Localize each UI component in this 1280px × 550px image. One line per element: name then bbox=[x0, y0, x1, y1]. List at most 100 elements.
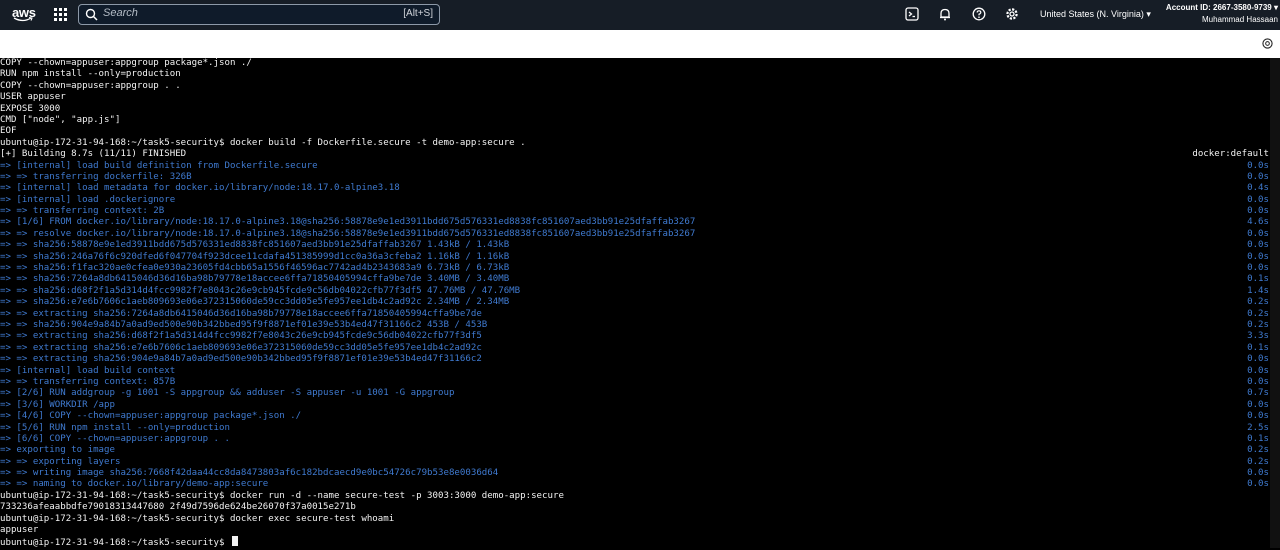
terminal-line-duration: 0.1s bbox=[1247, 274, 1269, 285]
terminal-line-text: CMD ["node", "app.js"] bbox=[0, 114, 121, 125]
terminal-line-duration: 0.1s bbox=[1247, 342, 1269, 353]
terminal-line-duration: 0.2s bbox=[1247, 297, 1269, 308]
terminal-line: => => extracting sha256:e7e6b7606c1aeb80… bbox=[0, 343, 1280, 354]
terminal-line: USER appuser bbox=[0, 92, 1280, 103]
terminal-line-duration: 0.2s bbox=[1247, 456, 1269, 467]
terminal-line: => [2/6] RUN addgroup -g 1001 -S appgrou… bbox=[0, 388, 1280, 399]
aws-logo[interactable]: aws bbox=[12, 5, 36, 25]
terminal-line-text: => [internal] load build context bbox=[0, 365, 176, 376]
terminal-line-text: => [6/6] COPY --chown=appuser:appgroup .… bbox=[0, 433, 230, 444]
search-shortcut: [Alt+S] bbox=[403, 8, 433, 19]
terminal-line-duration: 0.0s bbox=[1247, 228, 1269, 239]
terminal-line-text: => [2/6] RUN addgroup -g 1001 -S appgrou… bbox=[0, 388, 455, 399]
terminal-line: => [1/6] FROM docker.io/library/node:18.… bbox=[0, 217, 1280, 228]
terminal-line: => => extracting sha256:7264a8db6415046d… bbox=[0, 309, 1280, 320]
terminal-line: => [internal] load build context 0.0s bbox=[0, 366, 1280, 377]
terminal-line: => => exporting layers 0.2s bbox=[0, 457, 1280, 468]
terminal-line: ubuntu@ip-172-31-94-168:~/task5-security… bbox=[0, 491, 1280, 502]
terminal-line: => [6/6] COPY --chown=appuser:appgroup .… bbox=[0, 434, 1280, 445]
terminal[interactable]: COPY --chown=appuser:appgroup package*.j… bbox=[0, 58, 1280, 548]
terminal-line-text: ubuntu@ip-172-31-94-168:~/task5-security… bbox=[0, 137, 526, 148]
terminal-line-duration: 0.4s bbox=[1247, 183, 1269, 194]
terminal-line-text: => => writing image sha256:7668f42daa44c… bbox=[0, 468, 499, 479]
terminal-line-text: => [3/6] WORKDIR /app bbox=[0, 399, 115, 410]
terminal-line: => => sha256:d68f2f1a5d314d4fcc9982f7e80… bbox=[0, 286, 1280, 297]
terminal-line-text: ubuntu@ip-172-31-94-168:~/task5-security… bbox=[0, 490, 564, 501]
terminal-line: [+] Building 8.7s (11/11) FINISHED docker… bbox=[0, 149, 1280, 160]
terminal-line-duration: 0.1s bbox=[1247, 433, 1269, 444]
search-placeholder: Search bbox=[103, 7, 138, 19]
terminal-line-text: => => transferring context: 857B bbox=[0, 376, 176, 387]
terminal-line-duration: 0.7s bbox=[1247, 388, 1269, 399]
terminal-line: ubuntu@ip-172-31-94-168:~/task5-security… bbox=[0, 536, 1280, 548]
terminal-line-text: => => extracting sha256:e7e6b7606c1aeb80… bbox=[0, 342, 482, 353]
terminal-line-text: ubuntu@ip-172-31-94-168:~/task5-security… bbox=[0, 513, 395, 524]
aws-smile-icon bbox=[13, 17, 33, 22]
terminal-cursor bbox=[231, 536, 238, 547]
search-input[interactable]: Search [Alt+S] bbox=[78, 4, 440, 25]
cloudshell-icon[interactable] bbox=[905, 7, 919, 21]
terminal-line: => => transferring context: 2B 0.0s bbox=[0, 206, 1280, 217]
terminal-line: => => transferring dockerfile: 326B 0.0s bbox=[0, 172, 1280, 183]
terminal-line-text: 733236afeaabbdfe79018313447680 2f49d7596… bbox=[0, 502, 356, 513]
terminal-line: => => transferring context: 857B 0.0s bbox=[0, 377, 1280, 388]
terminal-line-text: => => sha256:904e9a84b7a0ad9ed500e90b342… bbox=[0, 319, 488, 330]
terminal-line-duration: 0.0s bbox=[1247, 468, 1269, 479]
terminal-scrollbar[interactable] bbox=[1270, 58, 1280, 548]
terminal-line-text: USER appuser bbox=[0, 92, 66, 103]
account-menu[interactable]: Account ID: 2667-3580-9739 ▾ Muhammad Ha… bbox=[1166, 2, 1278, 26]
terminal-line-text: => => extracting sha256:904e9a84b7a0ad9e… bbox=[0, 354, 482, 365]
terminal-line-duration: 0.0s bbox=[1247, 411, 1269, 422]
account-id: Account ID: 2667-3580-9739 ▾ bbox=[1165, 3, 1278, 12]
terminal-output: COPY --chown=appuser:appgroup package*.j… bbox=[0, 58, 1280, 548]
terminal-line-text: COPY --chown=appuser:appgroup . . bbox=[0, 80, 181, 91]
terminal-line: ubuntu@ip-172-31-94-168:~/task5-security… bbox=[0, 514, 1280, 525]
search-icon bbox=[85, 8, 98, 21]
bell-icon[interactable] bbox=[938, 7, 952, 21]
terminal-line-duration: 0.0s bbox=[1247, 251, 1269, 262]
terminal-line-text: => => sha256:7264a8db6415046d36d16ba98b7… bbox=[0, 274, 510, 285]
terminal-line-text: => => sha256:f1fac320ae0cfea0e930a23605f… bbox=[0, 263, 510, 274]
gear-icon[interactable] bbox=[1005, 7, 1019, 21]
terminal-line: => [internal] load .dockerignore 0.0s bbox=[0, 195, 1280, 206]
grid-icon[interactable] bbox=[54, 8, 67, 21]
terminal-line-duration: 0.0s bbox=[1247, 160, 1269, 171]
terminal-line-text: EOF bbox=[0, 126, 17, 137]
terminal-line-duration: 0.0s bbox=[1247, 240, 1269, 251]
terminal-line: => => extracting sha256:d68f2f1a5d314d4f… bbox=[0, 331, 1280, 342]
terminal-line: ubuntu@ip-172-31-94-168:~/task5-security… bbox=[0, 138, 1280, 149]
terminal-line: => => sha256:58878e9e1ed3911bdd675d57633… bbox=[0, 240, 1280, 251]
terminal-line-duration: 0.0s bbox=[1247, 206, 1269, 217]
settings-circle-icon[interactable] bbox=[1262, 38, 1273, 49]
terminal-line-text: => [4/6] COPY --chown=appuser:appgroup p… bbox=[0, 411, 302, 422]
terminal-line-duration: 0.0s bbox=[1247, 365, 1269, 376]
terminal-line-text: => => sha256:e7e6b7606c1aeb809693e06e372… bbox=[0, 297, 510, 308]
help-icon[interactable] bbox=[972, 7, 986, 21]
terminal-line-duration: 0.0s bbox=[1247, 194, 1269, 205]
terminal-line-duration: 0.0s bbox=[1247, 399, 1269, 410]
terminal-line: => [internal] load build definition from… bbox=[0, 161, 1280, 172]
terminal-line-text: => [1/6] FROM docker.io/library/node:18.… bbox=[0, 217, 696, 228]
region-selector[interactable]: United States (N. Virginia) ▾ bbox=[1040, 9, 1151, 20]
terminal-line: => [4/6] COPY --chown=appuser:appgroup p… bbox=[0, 411, 1280, 422]
terminal-line-duration: 0.2s bbox=[1247, 308, 1269, 319]
user-name: Muhammad Hassaan bbox=[1201, 15, 1278, 24]
terminal-line: => [5/6] RUN npm install --only=producti… bbox=[0, 423, 1280, 434]
terminal-line-duration: 1.4s bbox=[1247, 285, 1269, 296]
terminal-line: 733236afeaabbdfe79018313447680 2f49d7596… bbox=[0, 502, 1280, 513]
terminal-line-text: => => resolve docker.io/library/node:18.… bbox=[0, 228, 696, 239]
terminal-line: => => sha256:e7e6b7606c1aeb809693e06e372… bbox=[0, 297, 1280, 308]
terminal-line-text: COPY --chown=appuser:appgroup package*.j… bbox=[0, 58, 252, 68]
terminal-line-text: => => sha256:d68f2f1a5d314d4fcc9982f7e80… bbox=[0, 285, 521, 296]
terminal-line-text: => => sha256:58878e9e1ed3911bdd675d57633… bbox=[0, 240, 510, 251]
terminal-line-text: EXPOSE 3000 bbox=[0, 103, 61, 114]
terminal-line: => => sha256:246a76f6c920dfed6f047704f92… bbox=[0, 252, 1280, 263]
terminal-line-duration: 4.6s bbox=[1247, 217, 1269, 228]
terminal-line-text: => [internal] load .dockerignore bbox=[0, 194, 176, 205]
terminal-line-text: => [5/6] RUN npm install --only=producti… bbox=[0, 422, 230, 433]
cloudshell-toolbar bbox=[0, 30, 1280, 58]
terminal-line-duration: 0.0s bbox=[1247, 479, 1269, 490]
terminal-line-text: => [internal] load build definition from… bbox=[0, 160, 318, 171]
terminal-line: => => writing image sha256:7668f42daa44c… bbox=[0, 468, 1280, 479]
terminal-line-text: => => extracting sha256:7264a8db6415046d… bbox=[0, 308, 482, 319]
